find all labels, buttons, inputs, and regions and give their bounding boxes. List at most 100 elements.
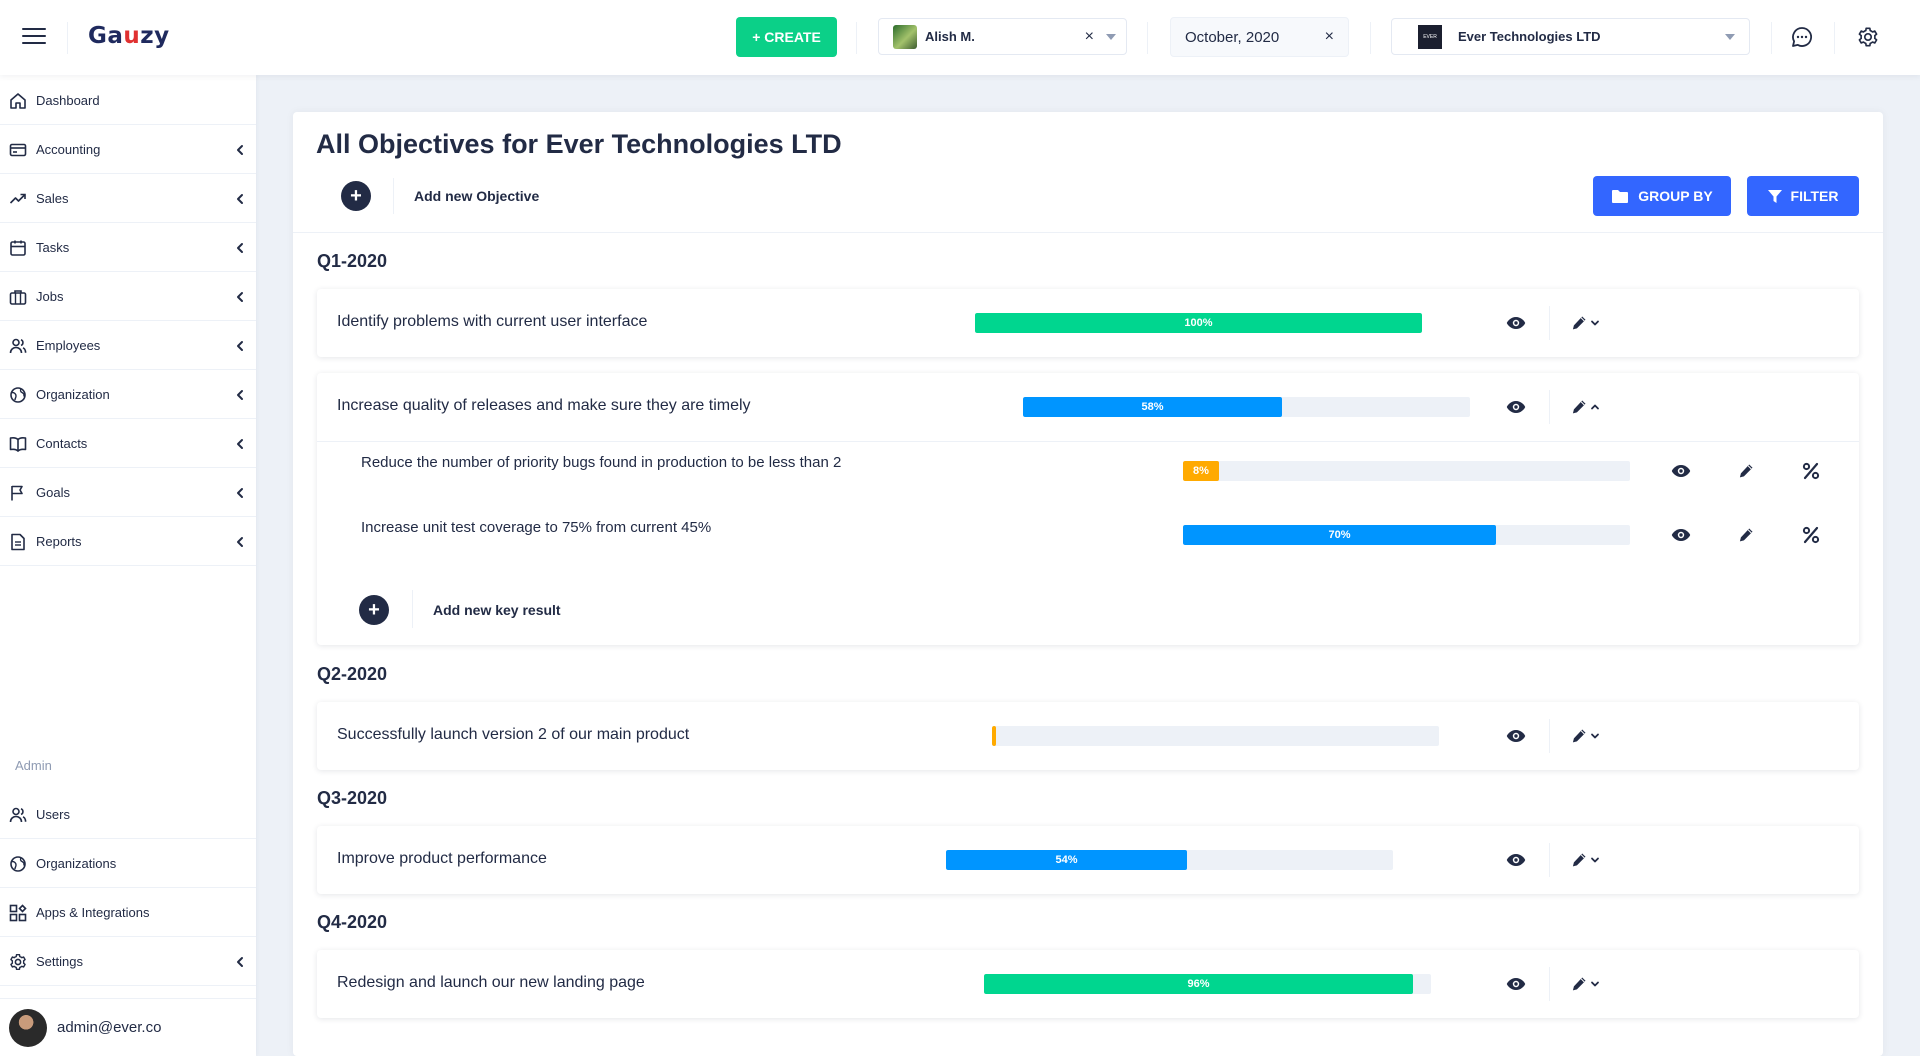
chevron-left-icon xyxy=(237,536,243,547)
chevron-left-icon xyxy=(237,340,243,351)
quarter-heading: Q4-2020 xyxy=(317,912,388,932)
sidebar-item-label: Sales xyxy=(36,191,69,206)
quarter-heading: Q2-2020 xyxy=(317,664,388,684)
settings-icon[interactable] xyxy=(1857,26,1879,48)
chevron-down-icon[interactable] xyxy=(1588,973,1602,995)
group-by-button[interactable]: GROUP BY xyxy=(1593,176,1731,216)
chevron-down-icon[interactable] xyxy=(1588,312,1602,334)
sidebar-item-label: Contacts xyxy=(36,436,88,451)
employee-selector[interactable]: Alish M. × xyxy=(878,18,1127,55)
objective-header[interactable]: Redesign and launch our new landing page… xyxy=(317,950,1859,1018)
chevron-down-icon[interactable] xyxy=(1588,725,1602,747)
progress-label: 54% xyxy=(1055,854,1078,866)
key-result-progress-bar: 8% xyxy=(1183,461,1630,481)
edit-icon[interactable] xyxy=(1568,396,1590,418)
add-key-result-icon[interactable]: + xyxy=(359,595,389,625)
view-icon[interactable] xyxy=(1505,312,1527,334)
sidebar-item-contacts[interactable]: Contacts xyxy=(0,420,256,468)
view-icon[interactable] xyxy=(1505,396,1527,418)
sidebar-item-sales[interactable]: Sales xyxy=(0,175,256,223)
objective-header[interactable]: Increase quality of releases and make su… xyxy=(317,373,1859,441)
edit-icon[interactable] xyxy=(1735,524,1757,546)
objective-progress-bar: 58% xyxy=(1023,397,1470,417)
objective-progress-bar xyxy=(992,726,1439,746)
chevron-left-icon xyxy=(237,193,243,204)
chevron-left-icon xyxy=(237,242,243,253)
chevron-left-icon xyxy=(232,534,248,550)
key-result-progress-bar: 70% xyxy=(1183,525,1630,545)
chat-icon[interactable] xyxy=(1791,26,1813,48)
percent-icon[interactable] xyxy=(1800,460,1822,482)
sidebar-item-users[interactable]: Users xyxy=(0,791,256,839)
progress-label xyxy=(992,726,996,746)
people-icon xyxy=(9,806,27,824)
organization-name: Ever Technologies LTD xyxy=(1458,29,1601,44)
caret-down-icon[interactable] xyxy=(1106,33,1116,40)
sidebar-item-employees[interactable]: Employees xyxy=(0,322,256,370)
add-objective-icon[interactable]: + xyxy=(341,181,371,211)
objective-title: Improve product performance xyxy=(337,850,547,867)
divider xyxy=(293,232,1883,233)
sidebar-item-label: Dashboard xyxy=(36,93,100,108)
funnel-icon xyxy=(1767,189,1782,203)
caret-down-icon[interactable] xyxy=(1725,33,1735,40)
edit-icon[interactable] xyxy=(1568,725,1590,747)
view-icon[interactable] xyxy=(1505,849,1527,871)
chevron-left-icon xyxy=(232,142,248,158)
sidebar-item-apps-integrations[interactable]: Apps & Integrations xyxy=(0,889,256,937)
chevron-up-icon[interactable] xyxy=(1588,396,1602,418)
add-objective-button[interactable]: Add new Objective xyxy=(414,188,539,204)
divider xyxy=(1549,843,1550,877)
edit-icon[interactable] xyxy=(1735,460,1757,482)
sidebar-item-accounting[interactable]: Accounting xyxy=(0,126,256,174)
objective-title: Successfully launch version 2 of our mai… xyxy=(337,726,690,743)
sidebar-item-organizations[interactable]: Organizations xyxy=(0,840,256,888)
clear-employee-icon[interactable]: × xyxy=(1085,28,1094,46)
chevron-left-icon xyxy=(232,289,248,305)
quarter-heading: Q3-2020 xyxy=(317,788,388,808)
filter-button[interactable]: FILTER xyxy=(1747,176,1859,216)
sidebar-item-label: Organizations xyxy=(36,856,117,871)
sidebar-item-tasks[interactable]: Tasks xyxy=(0,224,256,272)
edit-icon[interactable] xyxy=(1568,973,1590,995)
view-icon[interactable] xyxy=(1505,973,1527,995)
menu-icon[interactable] xyxy=(22,28,46,46)
edit-icon[interactable] xyxy=(1568,849,1590,871)
objective-header[interactable]: Improve product performance 54% xyxy=(317,826,1859,894)
objective-progress-bar: 100% xyxy=(975,313,1422,333)
add-key-result-button[interactable]: Add new key result xyxy=(433,602,561,618)
objective-row: Successfully launch version 2 of our mai… xyxy=(317,702,1859,770)
avatar xyxy=(9,1008,47,1047)
sidebar-item-label: Jobs xyxy=(36,289,64,304)
chevron-left-icon xyxy=(237,389,243,400)
chevron-left-icon xyxy=(237,956,243,967)
sidebar-item-label: Reports xyxy=(36,534,82,549)
sidebar-item-label: Employees xyxy=(36,338,101,353)
app-logo[interactable]: Gauzy xyxy=(88,23,170,49)
organization-selector[interactable]: EVER Ever Technologies LTD xyxy=(1391,18,1750,55)
sidebar-item-settings[interactable]: Settings xyxy=(0,938,256,986)
sidebar-item-dashboard[interactable]: Dashboard xyxy=(0,77,256,125)
sidebar-item-jobs[interactable]: Jobs xyxy=(0,273,256,321)
divider xyxy=(1549,719,1550,753)
objective-header[interactable]: Identify problems with current user inte… xyxy=(317,289,1859,357)
user-profile[interactable]: admin@ever.co xyxy=(0,998,256,1056)
sidebar-item-label: Apps & Integrations xyxy=(36,905,150,920)
view-icon[interactable] xyxy=(1670,460,1692,482)
create-button[interactable]: + CREATE xyxy=(736,17,837,57)
clear-date-icon[interactable]: × xyxy=(1325,28,1334,46)
percent-icon[interactable] xyxy=(1800,524,1822,546)
sidebar-item-goals[interactable]: Goals xyxy=(0,469,256,517)
view-icon[interactable] xyxy=(1505,725,1527,747)
flag-icon xyxy=(9,484,27,502)
view-icon[interactable] xyxy=(1670,524,1692,546)
sidebar-item-label: Organization xyxy=(36,387,110,402)
sidebar-item-organization[interactable]: Organization xyxy=(0,371,256,419)
date-selector[interactable]: October, 2020 × xyxy=(1170,17,1349,57)
progress-label: 8% xyxy=(1193,465,1209,477)
apps-icon xyxy=(9,903,27,922)
objective-header[interactable]: Successfully launch version 2 of our mai… xyxy=(317,702,1859,770)
sidebar-item-reports[interactable]: Reports xyxy=(0,518,256,566)
chevron-down-icon[interactable] xyxy=(1588,849,1602,871)
edit-icon[interactable] xyxy=(1568,312,1590,334)
